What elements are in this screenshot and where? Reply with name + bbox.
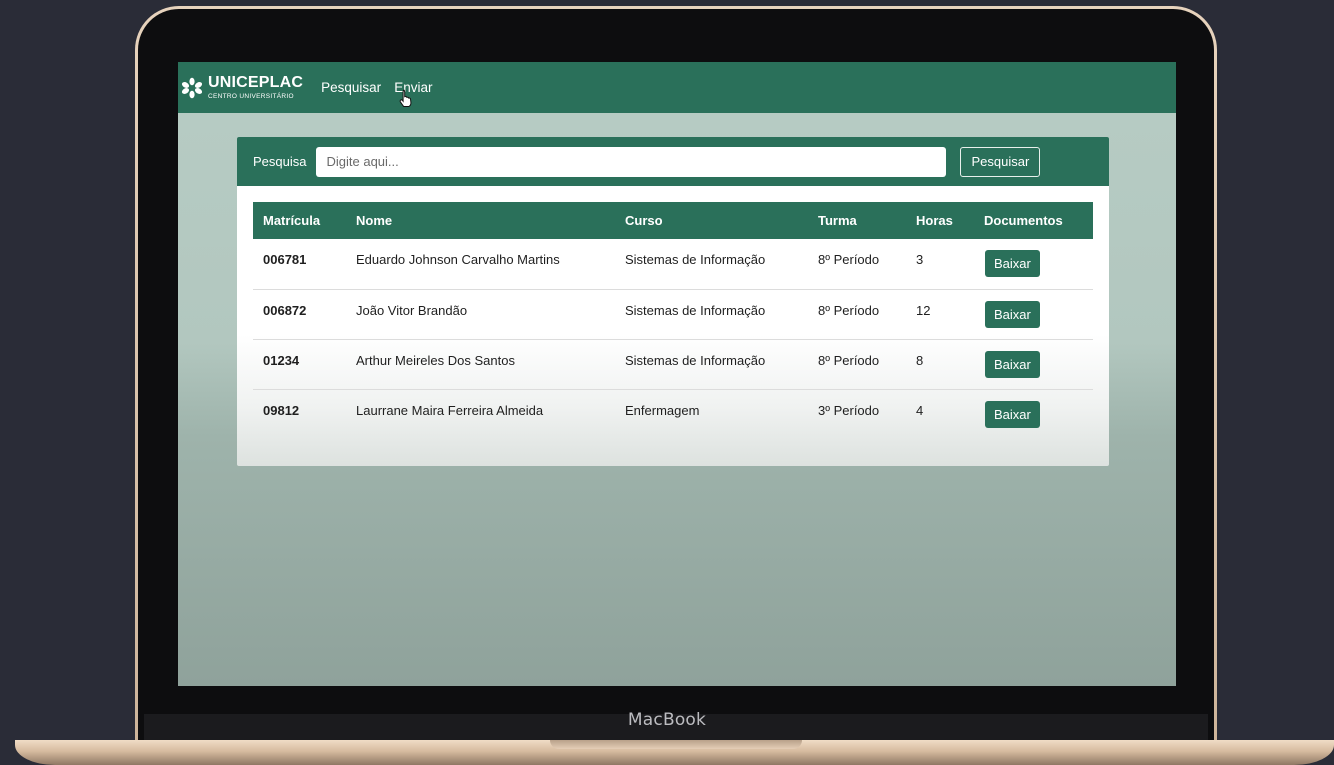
download-button[interactable]: Baixar xyxy=(985,400,1040,428)
download-button[interactable]: Baixar xyxy=(985,350,1040,378)
table-row: 09812 Laurrane Maira Ferreira Almeida En… xyxy=(253,389,1093,439)
logo-name: UNICEPLAC xyxy=(208,73,304,91)
column-header-horas: Horas xyxy=(916,213,953,228)
column-header-documentos: Documentos xyxy=(984,213,1063,228)
column-header-curso: Curso xyxy=(625,213,663,228)
cell-turma: 8º Período xyxy=(818,252,880,267)
students-table: Matrícula Nome Curso Turma Horas Documen… xyxy=(253,202,1093,439)
cell-matricula: 01234 xyxy=(263,352,300,368)
cell-horas: 8 xyxy=(916,352,924,368)
cell-horas: 3 xyxy=(916,252,924,267)
cell-matricula: 09812 xyxy=(263,402,300,418)
cell-documentos: Baixar xyxy=(974,239,1093,289)
logo-text: UNICEPLAC CENTRO UNIVERSITÁRIO xyxy=(208,73,304,101)
cell-nome: Arthur Meireles Dos Santos xyxy=(356,352,515,368)
cell-curso: Sistemas de Informação xyxy=(625,252,766,267)
download-button[interactable]: Baixar xyxy=(985,300,1040,328)
search-bar: Pesquisa Pesquisar xyxy=(237,137,1109,186)
cell-documentos: Baixar xyxy=(974,289,1093,339)
hand-pointer-icon xyxy=(399,89,412,107)
results-card: Pesquisa Pesquisar Matrícula Nome Curso … xyxy=(237,137,1109,466)
cell-horas: 4 xyxy=(916,402,924,418)
cell-horas: 12 xyxy=(916,302,931,318)
table-row: 006872 João Vitor Brandão Sistemas de In… xyxy=(253,289,1093,339)
cell-documentos: Baixar xyxy=(974,339,1093,389)
uniceplac-logo-icon xyxy=(181,77,203,98)
cell-curso: Sistemas de Informação xyxy=(625,302,766,318)
cell-matricula: 006781 xyxy=(263,252,307,267)
cell-documentos: Baixar xyxy=(974,389,1093,439)
cell-matricula: 006872 xyxy=(263,302,307,318)
download-button[interactable]: Baixar xyxy=(985,250,1040,277)
search-input[interactable] xyxy=(316,146,947,177)
table-row: 01234 Arthur Meireles Dos Santos Sistema… xyxy=(253,339,1093,389)
cell-nome: Eduardo Johnson Carvalho Martins xyxy=(356,252,560,267)
cell-turma: 8º Período xyxy=(818,302,880,318)
cell-nome: Laurrane Maira Ferreira Almeida xyxy=(356,402,544,418)
table-row: 006781 Eduardo Johnson Carvalho Martins … xyxy=(253,239,1093,289)
cell-curso: Enfermagem xyxy=(625,402,700,418)
logo-subtitle: CENTRO UNIVERSITÁRIO xyxy=(208,92,294,100)
table-header-row: Matrícula Nome Curso Turma Horas Documen… xyxy=(253,202,1093,239)
nav-link-pesquisar[interactable]: Pesquisar xyxy=(321,80,381,95)
column-header-turma: Turma xyxy=(818,213,857,228)
column-header-matricula: Matrícula xyxy=(263,213,321,228)
top-navbar: UNICEPLAC CENTRO UNIVERSITÁRIO Pesquisar… xyxy=(178,62,1176,113)
cell-turma: 3º Período xyxy=(818,402,880,418)
search-button[interactable]: Pesquisar xyxy=(960,146,1041,177)
laptop-notch xyxy=(550,740,802,749)
app-screen: UNICEPLAC CENTRO UNIVERSITÁRIO Pesquisar… xyxy=(178,62,1176,686)
device-brand: MacBook xyxy=(627,710,707,730)
cell-curso: Sistemas de Informação xyxy=(625,352,766,368)
column-header-nome: Nome xyxy=(356,213,393,228)
cell-nome: João Vitor Brandão xyxy=(356,302,468,318)
cell-turma: 8º Período xyxy=(818,352,880,368)
logo[interactable]: UNICEPLAC CENTRO UNIVERSITÁRIO xyxy=(181,73,304,101)
search-label: Pesquisa xyxy=(253,154,307,169)
